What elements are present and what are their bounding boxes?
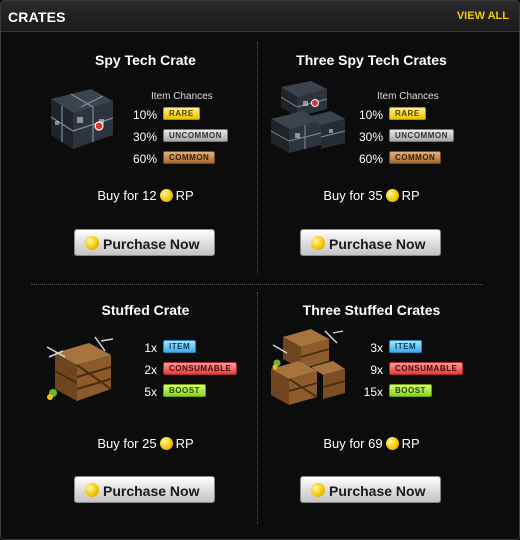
content-count: 1x [144,341,157,355]
content-count: 15x [363,385,383,399]
currency-label: RP [401,436,420,451]
purchase-button-label: Purchase Now [329,236,426,252]
spy-tech-crates-stack-icon [270,81,346,153]
rp-coin-icon [159,189,173,202]
crates-grid: Spy Tech Crate Item Chances 10% RARE 30%… [1,32,519,539]
price-text: Buy for 69 [323,436,383,451]
type-badge-boost: BOOST [389,384,432,397]
crate-card-stuffed: Stuffed Crate 1x ITEM 2x CONSUMABLE 5x B… [33,302,258,539]
rp-coin-icon [85,483,99,497]
spy-tech-crate-icon [50,89,114,149]
crate-title: Stuffed Crate [101,302,190,318]
crate-card-spy-tech: Spy Tech Crate Item Chances 10% RARE 30%… [33,52,258,292]
crate-title: Three Stuffed Crates [302,302,441,318]
rarity-badge-rare: RARE [389,107,426,120]
rp-coin-icon [385,437,399,450]
rp-coin-icon [311,236,325,250]
rp-coin-icon [159,437,173,450]
chance-value: 30% [358,130,383,144]
purchase-now-button[interactable]: Purchase Now [74,476,215,503]
content-count: 3x [370,341,383,355]
chance-value: 10% [132,108,157,122]
type-badge-item: ITEM [163,340,197,353]
price-label: Buy for 25 RP [33,436,258,451]
chance-value: 10% [358,108,383,122]
chance-value: 60% [132,152,157,166]
type-badge-consumable: CONSUMABLE [389,362,464,375]
rarity-badge-rare: RARE [163,107,200,120]
rarity-badge-uncommon: UNCOMMON [163,129,228,142]
price-label: Buy for 12 RP [33,188,258,203]
purchase-button-label: Purchase Now [329,483,426,499]
crate-card-three-stuffed: Three Stuffed Crates 3x ITEM 9x CONSUMAB… [259,302,484,539]
type-badge-boost: BOOST [163,384,206,397]
rarity-badge-uncommon: UNCOMMON [389,129,454,142]
crate-title: Spy Tech Crate [95,52,196,68]
currency-label: RP [401,188,420,203]
chance-value: 60% [358,152,383,166]
purchase-now-button[interactable]: Purchase Now [300,229,441,256]
currency-label: RP [175,436,194,451]
rp-coin-icon [85,236,99,250]
stuffed-crates-stack-icon [271,329,346,405]
type-badge-consumable: CONSUMABLE [163,362,238,375]
price-label: Buy for 69 RP [259,436,484,451]
item-chances-label: Item Chances [377,91,439,102]
crates-panel: CRATES VIEW ALL Spy Tech Crate Item Chan… [0,0,520,540]
price-text: Buy for 12 [97,188,157,203]
stuffed-crate-icon [46,336,114,401]
rp-coin-icon [385,189,399,202]
crate-card-three-spy-tech: Three Spy Tech Crates Item Chances 10% R… [259,52,484,292]
purchase-button-label: Purchase Now [103,236,200,252]
rarity-badge-common: COMMON [389,151,442,164]
chance-value: 30% [132,130,157,144]
purchase-now-button[interactable]: Purchase Now [300,476,441,503]
content-count: 9x [370,363,383,377]
price-label: Buy for 35 RP [259,188,484,203]
currency-label: RP [175,188,194,203]
panel-title: CRATES [8,9,66,25]
view-all-link[interactable]: VIEW ALL [457,10,509,22]
rarity-badge-common: COMMON [163,151,216,164]
price-text: Buy for 25 [97,436,157,451]
type-badge-item: ITEM [389,340,423,353]
crate-title: Three Spy Tech Crates [296,52,447,68]
content-count: 2x [144,363,157,377]
price-text: Buy for 35 [323,188,383,203]
item-chances-label: Item Chances [151,91,213,102]
content-count: 5x [144,385,157,399]
purchase-now-button[interactable]: Purchase Now [74,229,215,256]
panel-header: CRATES VIEW ALL [1,1,519,32]
purchase-button-label: Purchase Now [103,483,200,499]
rp-coin-icon [311,483,325,497]
